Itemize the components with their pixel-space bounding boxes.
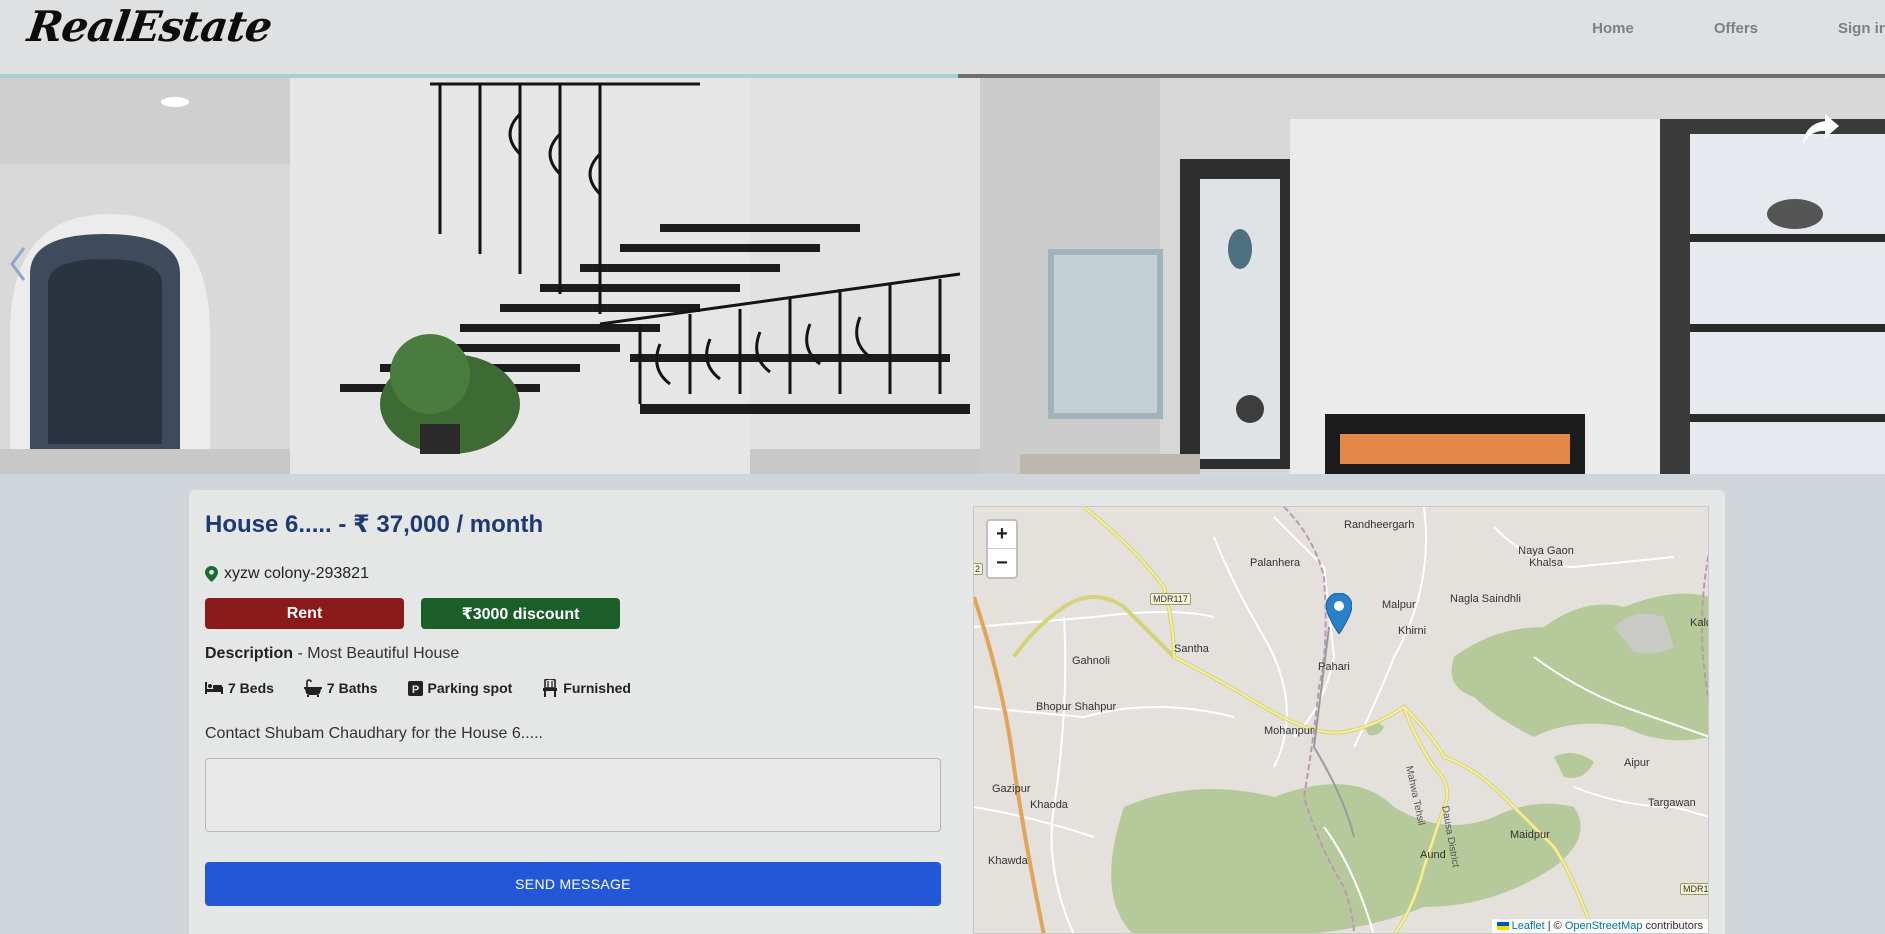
nav-home-link[interactable]: Home [1592,20,1634,37]
main-nav: Home Offers Sign in [1512,20,1885,37]
attribution-separator: | © [1544,920,1565,932]
bath-icon [303,679,322,697]
place-label: Santha [1174,643,1209,655]
address-text: xyzw colony-293821 [224,565,369,582]
place-label: Gazipur [992,783,1031,795]
map-zoom-control: + − [986,519,1018,579]
place-label: Mohanpur [1264,725,1314,737]
image-slider[interactable] [0,74,1885,474]
description-label: Description [205,645,294,662]
place-label: Kalo [1690,617,1708,629]
feature-beds: 7 Beds [205,679,274,697]
slider-progress-bar [0,74,1885,78]
feature-parking: P Parking spot [407,679,513,697]
place-label: Maidpur [1510,829,1550,841]
description-text: - Most Beautiful House [293,645,460,662]
chair-icon [543,679,558,697]
listing-title: House 6..... - ₹ 37,000 / month [205,511,544,538]
place-label: Aund [1420,849,1446,861]
place-label: Malpur [1382,599,1416,611]
listing-address: xyzw colony-293821 [205,565,369,583]
chevron-left-icon[interactable] [8,244,28,289]
discount-badge: ₹3000 discount [421,598,620,629]
road-label-2: 2 [974,563,984,575]
parking-icon: P [407,680,423,696]
slider-progress-fill [0,74,958,78]
nav-sign-in-link[interactable]: Sign in [1838,20,1885,37]
place-label: Naya Gaon Khalsa [1518,545,1574,569]
place-label: Aipur [1624,757,1650,769]
listing-photo-living-room [980,74,1885,474]
openstreetmap-link[interactable]: OpenStreetMap [1565,920,1643,932]
listing-type-badge: Rent [205,598,404,629]
place-label: Pahari [1318,661,1350,673]
road-label-mdr1: MDR1 [1680,883,1708,895]
feature-beds-label: 7 Beds [228,680,274,696]
feature-baths: 7 Baths [303,679,378,697]
zoom-in-button[interactable]: + [988,521,1016,549]
listing-details-card: House 6..... - ₹ 37,000 / month xyzw col… [189,490,1725,934]
feature-list: 7 Beds 7 Baths P Parking spot Furnished [205,679,661,697]
feature-baths-label: 7 Baths [326,680,378,696]
ukraine-flag-icon [1496,922,1509,931]
place-label: Khawda [988,855,1028,867]
share-icon[interactable] [1801,112,1841,151]
message-textarea[interactable] [205,758,941,832]
leaflet-link[interactable]: Leaflet [1512,920,1545,932]
site-logo[interactable]: RealEstate [25,2,275,51]
place-label: Nagla Saindhli [1450,593,1521,605]
attribution-tail: contributors [1642,920,1703,932]
place-label: Gahnoli [1072,655,1110,667]
map-marker-icon[interactable] [1325,592,1353,639]
place-label: Targawan [1648,797,1696,809]
listing-description: Description - Most Beautiful House [205,645,459,663]
place-label: Khirni [1398,625,1427,637]
nav-offers-link[interactable]: Offers [1714,20,1758,37]
listing-photo-staircase [0,74,980,474]
zoom-out-button[interactable]: − [988,549,1016,577]
map-tiles [974,507,1708,933]
svg-text:P: P [411,684,418,696]
map-attribution: Leaflet | © OpenStreetMap contributors [1491,919,1708,933]
top-navbar: RealEstate Home Offers Sign in [0,0,1885,74]
place-label: Palanhera [1250,557,1301,569]
feature-furnished-label: Furnished [563,680,631,696]
location-pin-icon [205,566,218,582]
contact-text: Contact Shubam Chaudhary for the House 6… [205,725,543,742]
bed-icon [205,682,223,694]
location-map[interactable]: MDR117 2 MDR1 Randheergarh Naya Gaon Kha… [973,506,1709,934]
road-label-mdr117: MDR117 [1150,593,1191,605]
place-label: Randheergarh [1344,519,1415,531]
feature-furnished: Furnished [542,679,631,697]
send-message-button[interactable]: SEND MESSAGE [205,862,941,906]
feature-parking-label: Parking spot [427,680,513,696]
place-label: Khaoda [1030,799,1068,811]
place-label: Bhopur Shahpur [1036,701,1117,713]
